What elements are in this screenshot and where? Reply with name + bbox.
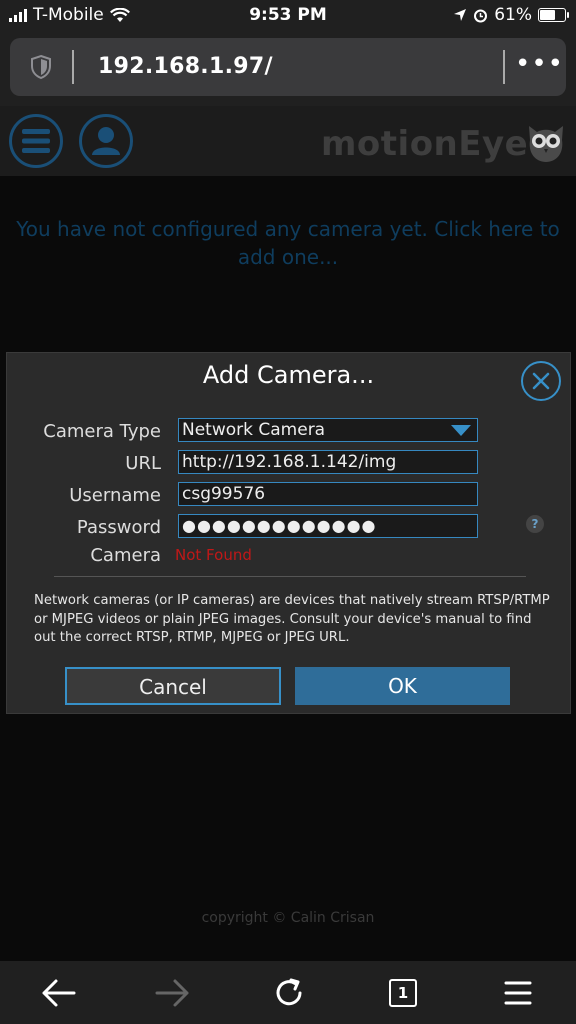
hamburger-icon xyxy=(22,129,50,153)
chevron-down-icon xyxy=(451,425,471,436)
alarm-icon xyxy=(474,9,488,22)
close-icon xyxy=(532,372,550,390)
cancel-button[interactable]: Cancel xyxy=(65,667,281,705)
main-menu-button[interactable] xyxy=(9,114,63,168)
battery-icon xyxy=(538,8,569,22)
url-label: URL xyxy=(125,453,161,474)
username-label: Username xyxy=(69,485,161,506)
shield-icon[interactable] xyxy=(28,54,54,80)
app-title: motionEye xyxy=(321,124,529,164)
status-bar: T-Mobile 9:53 PM 61% xyxy=(0,0,576,30)
copyright-text: copyright © Calin Crisan xyxy=(201,910,375,926)
user-icon xyxy=(92,127,120,155)
dialog-description: Network cameras (or IP cameras) are devi… xyxy=(34,593,550,645)
battery-fill xyxy=(540,10,555,20)
menu-icon xyxy=(504,981,532,1005)
forward-button[interactable] xyxy=(151,971,195,1015)
battery-percent: 61% xyxy=(494,5,532,25)
browser-menu-button[interactable] xyxy=(496,971,540,1015)
status-right: 61% xyxy=(453,5,569,25)
no-camera-notice[interactable]: You have not configured any camera yet. … xyxy=(0,215,576,271)
more-menu-button[interactable]: ••• xyxy=(515,50,563,84)
camera-type-label: Camera Type xyxy=(43,421,161,442)
back-arrow-icon xyxy=(42,979,76,1007)
address-divider xyxy=(72,50,74,84)
camera-label: Camera xyxy=(90,545,161,566)
menu-divider xyxy=(503,50,505,84)
url-text[interactable]: 192.168.1.97/ xyxy=(98,54,273,79)
browser-toolbar: 1 xyxy=(0,961,576,1024)
password-label: Password xyxy=(76,517,161,538)
reload-button[interactable] xyxy=(267,971,311,1015)
camera-status: Not Found xyxy=(175,546,252,564)
user-button[interactable] xyxy=(79,114,133,168)
dialog-close-button[interactable] xyxy=(521,361,561,401)
username-field[interactable]: csg99576 xyxy=(178,482,478,506)
forward-arrow-icon xyxy=(155,979,189,1007)
add-camera-dialog: Add Camera... Camera Type Network Camera… xyxy=(6,352,571,714)
ok-button[interactable]: OK xyxy=(295,667,510,705)
camera-type-select[interactable]: Network Camera xyxy=(178,418,478,442)
address-bar[interactable]: 192.168.1.97/ ••• xyxy=(10,38,566,96)
location-arrow-icon xyxy=(454,9,467,21)
reload-icon xyxy=(276,978,302,1006)
browser-address-area: 192.168.1.97/ ••• xyxy=(0,30,576,106)
tabs-button[interactable]: 1 xyxy=(381,971,425,1015)
url-field[interactable]: http://192.168.1.142/img xyxy=(178,450,478,474)
owl-logo-icon xyxy=(529,126,563,162)
dialog-title: Add Camera... xyxy=(202,361,375,389)
password-field[interactable]: ●●●●●●●●●●●●● xyxy=(178,514,478,538)
tab-count: 1 xyxy=(389,979,417,1007)
help-icon[interactable]: ? xyxy=(526,515,544,533)
camera-type-value: Network Camera xyxy=(182,420,326,440)
back-button[interactable] xyxy=(36,971,80,1015)
dialog-divider xyxy=(54,576,526,577)
app-header: motionEye xyxy=(0,106,576,176)
